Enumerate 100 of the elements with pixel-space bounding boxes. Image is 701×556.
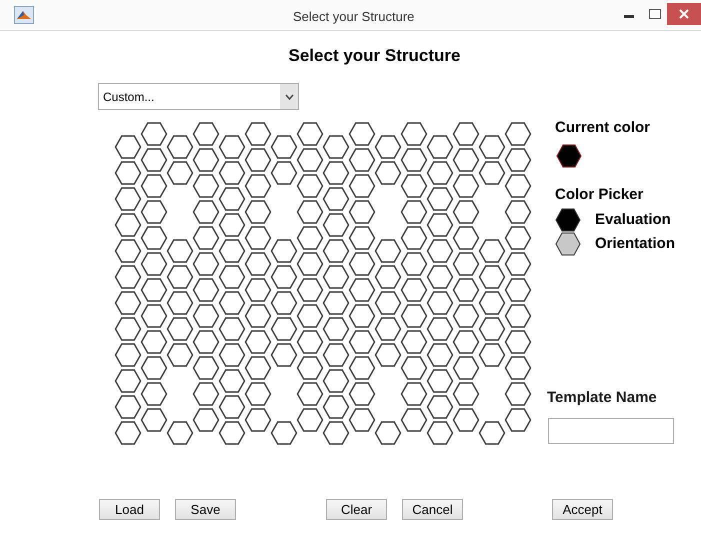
hexagon-cell[interactable] xyxy=(296,382,324,406)
hexagon-cell[interactable] xyxy=(140,200,168,224)
hexagon-cell[interactable] xyxy=(504,174,532,198)
hexagon-cell[interactable] xyxy=(140,174,168,198)
hexagon-cell[interactable] xyxy=(218,265,246,289)
hexagon-cell[interactable] xyxy=(140,122,168,146)
hexagon-cell[interactable] xyxy=(478,343,506,367)
hexagon-cell[interactable] xyxy=(218,395,246,419)
hexagon-cell[interactable] xyxy=(452,382,480,406)
hexagon-cell[interactable] xyxy=(452,356,480,380)
hexagon-cell[interactable] xyxy=(374,265,402,289)
hexagon-cell[interactable] xyxy=(478,421,506,445)
hexagon-cell[interactable] xyxy=(452,408,480,432)
hexagon-cell[interactable] xyxy=(192,252,220,276)
hexagon-cell[interactable] xyxy=(504,278,532,302)
hexagon-cell[interactable] xyxy=(244,382,272,406)
hexagon-cell[interactable] xyxy=(140,304,168,328)
hexagon-cell[interactable] xyxy=(218,343,246,367)
hexagon-cell[interactable] xyxy=(218,213,246,237)
hexagon-cell[interactable] xyxy=(452,200,480,224)
hexagon-cell[interactable] xyxy=(452,252,480,276)
hexagon-cell[interactable] xyxy=(218,135,246,159)
hexagon-cell[interactable] xyxy=(426,369,454,393)
hexagon-cell[interactable] xyxy=(348,122,376,146)
hexagon-cell[interactable] xyxy=(218,239,246,263)
hexagon-cell[interactable] xyxy=(296,148,324,172)
hexagon-cell[interactable] xyxy=(270,239,298,263)
hexagon-cell[interactable] xyxy=(374,421,402,445)
hexagon-cell[interactable] xyxy=(322,395,350,419)
hexagon-cell[interactable] xyxy=(140,382,168,406)
hexagon-cell[interactable] xyxy=(192,174,220,198)
hexagon-cell[interactable] xyxy=(322,317,350,341)
hexagon-cell[interactable] xyxy=(114,317,142,341)
hexagon-cell[interactable] xyxy=(270,161,298,185)
hexagon-cell[interactable] xyxy=(296,408,324,432)
hexagon-cell[interactable] xyxy=(218,161,246,185)
hexagon-cell[interactable] xyxy=(296,226,324,250)
hexagon-cell[interactable] xyxy=(140,148,168,172)
hexagon-cell[interactable] xyxy=(192,278,220,302)
hexagon-cell[interactable] xyxy=(400,122,428,146)
hexagon-cell[interactable] xyxy=(270,421,298,445)
hexagon-cell[interactable] xyxy=(478,265,506,289)
hexagon-cell[interactable] xyxy=(426,135,454,159)
hexagon-cell[interactable] xyxy=(452,304,480,328)
hexagon-cell[interactable] xyxy=(478,161,506,185)
hexagon-cell[interactable] xyxy=(322,161,350,185)
hexagon-cell[interactable] xyxy=(244,356,272,380)
color-swatch[interactable] xyxy=(555,232,581,256)
app-icon[interactable] xyxy=(14,6,34,24)
hexagon-cell[interactable] xyxy=(244,252,272,276)
hexagon-cell[interactable] xyxy=(400,408,428,432)
hexagon-cell[interactable] xyxy=(114,161,142,185)
hexagon-cell[interactable] xyxy=(374,239,402,263)
dialog-button[interactable]: Clear xyxy=(326,499,387,520)
hexagon-cell[interactable] xyxy=(426,421,454,445)
hexagon-cell[interactable] xyxy=(374,135,402,159)
hexagon-cell[interactable] xyxy=(244,278,272,302)
hexagon-cell[interactable] xyxy=(322,291,350,315)
hexagon-cell[interactable] xyxy=(114,239,142,263)
hexagon-cell[interactable] xyxy=(452,278,480,302)
hexagon-cell[interactable] xyxy=(348,278,376,302)
hexagon-cell[interactable] xyxy=(322,265,350,289)
hexagon-cell[interactable] xyxy=(400,252,428,276)
dialog-button[interactable]: Cancel xyxy=(402,499,463,520)
hexagon-cell[interactable] xyxy=(478,135,506,159)
hexagon-cell[interactable] xyxy=(322,213,350,237)
hexagon-cell[interactable] xyxy=(452,330,480,354)
hexagon-cell[interactable] xyxy=(114,187,142,211)
hexagon-cell[interactable] xyxy=(244,122,272,146)
hexagon-cell[interactable] xyxy=(478,239,506,263)
hexagon-cell[interactable] xyxy=(400,330,428,354)
hexagon-cell[interactable] xyxy=(296,200,324,224)
hexagon-cell[interactable] xyxy=(244,226,272,250)
hexagon-cell[interactable] xyxy=(348,174,376,198)
hexagon-cell[interactable] xyxy=(426,395,454,419)
hexagon-cell[interactable] xyxy=(192,148,220,172)
hexagon-cell[interactable] xyxy=(218,317,246,341)
hexagon-cell[interactable] xyxy=(348,408,376,432)
hexagon-cell[interactable] xyxy=(504,304,532,328)
hexagon-cell[interactable] xyxy=(218,421,246,445)
hexagon-cell[interactable] xyxy=(270,135,298,159)
hexagon-cell[interactable] xyxy=(218,369,246,393)
hexagon-cell[interactable] xyxy=(140,226,168,250)
hexagon-cell[interactable] xyxy=(166,343,194,367)
hexagon-cell[interactable] xyxy=(452,122,480,146)
structure-dropdown[interactable]: Custom... xyxy=(98,83,299,110)
hexagon-cell[interactable] xyxy=(426,213,454,237)
hexagon-cell[interactable] xyxy=(348,382,376,406)
hexagon-cell[interactable] xyxy=(426,343,454,367)
hexagon-cell[interactable] xyxy=(426,161,454,185)
hexagon-cell[interactable] xyxy=(140,356,168,380)
hexagon-cell[interactable] xyxy=(504,382,532,406)
hexagon-cell[interactable] xyxy=(296,356,324,380)
color-swatch[interactable] xyxy=(555,208,581,232)
hexagon-cell[interactable] xyxy=(322,135,350,159)
hexagon-cell[interactable] xyxy=(244,148,272,172)
hexagon-cell[interactable] xyxy=(348,226,376,250)
hexagon-cell[interactable] xyxy=(426,291,454,315)
hexagon-cell[interactable] xyxy=(478,317,506,341)
dialog-button[interactable]: Save xyxy=(175,499,236,520)
